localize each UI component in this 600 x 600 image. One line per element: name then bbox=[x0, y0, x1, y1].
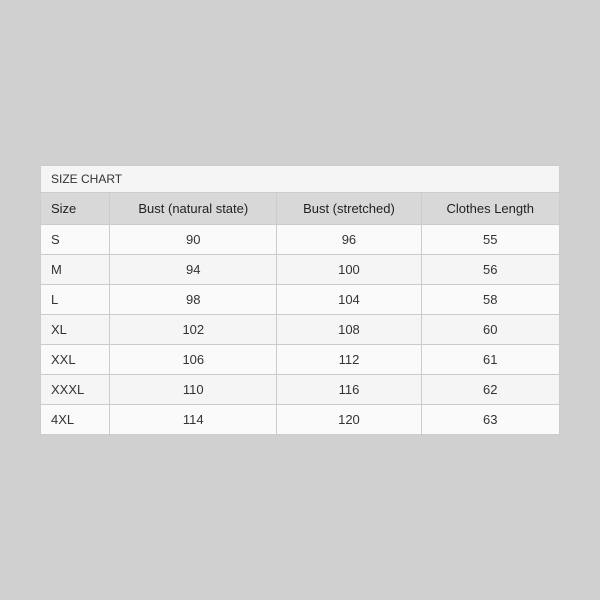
cell-bust_natural: 102 bbox=[110, 315, 277, 345]
cell-clothes_length: 62 bbox=[421, 375, 559, 405]
cell-bust_stretched: 100 bbox=[277, 255, 421, 285]
cell-bust_natural: 110 bbox=[110, 375, 277, 405]
table-row: L9810458 bbox=[41, 285, 559, 315]
col-header-size: Size bbox=[41, 193, 110, 225]
size-chart-container: SIZE CHART Size Bust (natural state) Bus… bbox=[40, 165, 560, 435]
cell-size: XL bbox=[41, 315, 110, 345]
cell-clothes_length: 55 bbox=[421, 225, 559, 255]
cell-size: 4XL bbox=[41, 405, 110, 435]
cell-bust_stretched: 120 bbox=[277, 405, 421, 435]
cell-bust_stretched: 96 bbox=[277, 225, 421, 255]
size-table: Size Bust (natural state) Bust (stretche… bbox=[41, 193, 559, 434]
cell-clothes_length: 58 bbox=[421, 285, 559, 315]
col-header-bust-stretched: Bust (stretched) bbox=[277, 193, 421, 225]
col-header-bust-natural: Bust (natural state) bbox=[110, 193, 277, 225]
cell-clothes_length: 56 bbox=[421, 255, 559, 285]
table-row: XL10210860 bbox=[41, 315, 559, 345]
table-header-row: Size Bust (natural state) Bust (stretche… bbox=[41, 193, 559, 225]
table-row: 4XL11412063 bbox=[41, 405, 559, 435]
table-row: M9410056 bbox=[41, 255, 559, 285]
cell-bust_natural: 98 bbox=[110, 285, 277, 315]
cell-bust_stretched: 116 bbox=[277, 375, 421, 405]
cell-bust_stretched: 108 bbox=[277, 315, 421, 345]
cell-size: XXXL bbox=[41, 375, 110, 405]
cell-bust_stretched: 112 bbox=[277, 345, 421, 375]
size-chart-title: SIZE CHART bbox=[41, 166, 559, 193]
cell-bust_natural: 114 bbox=[110, 405, 277, 435]
cell-clothes_length: 61 bbox=[421, 345, 559, 375]
table-row: XXL10611261 bbox=[41, 345, 559, 375]
cell-bust_natural: 94 bbox=[110, 255, 277, 285]
cell-bust_natural: 90 bbox=[110, 225, 277, 255]
col-header-clothes-length: Clothes Length bbox=[421, 193, 559, 225]
cell-size: XXL bbox=[41, 345, 110, 375]
cell-size: L bbox=[41, 285, 110, 315]
cell-bust_stretched: 104 bbox=[277, 285, 421, 315]
cell-bust_natural: 106 bbox=[110, 345, 277, 375]
cell-size: M bbox=[41, 255, 110, 285]
cell-size: S bbox=[41, 225, 110, 255]
cell-clothes_length: 63 bbox=[421, 405, 559, 435]
cell-clothes_length: 60 bbox=[421, 315, 559, 345]
table-row: XXXL11011662 bbox=[41, 375, 559, 405]
table-row: S909655 bbox=[41, 225, 559, 255]
